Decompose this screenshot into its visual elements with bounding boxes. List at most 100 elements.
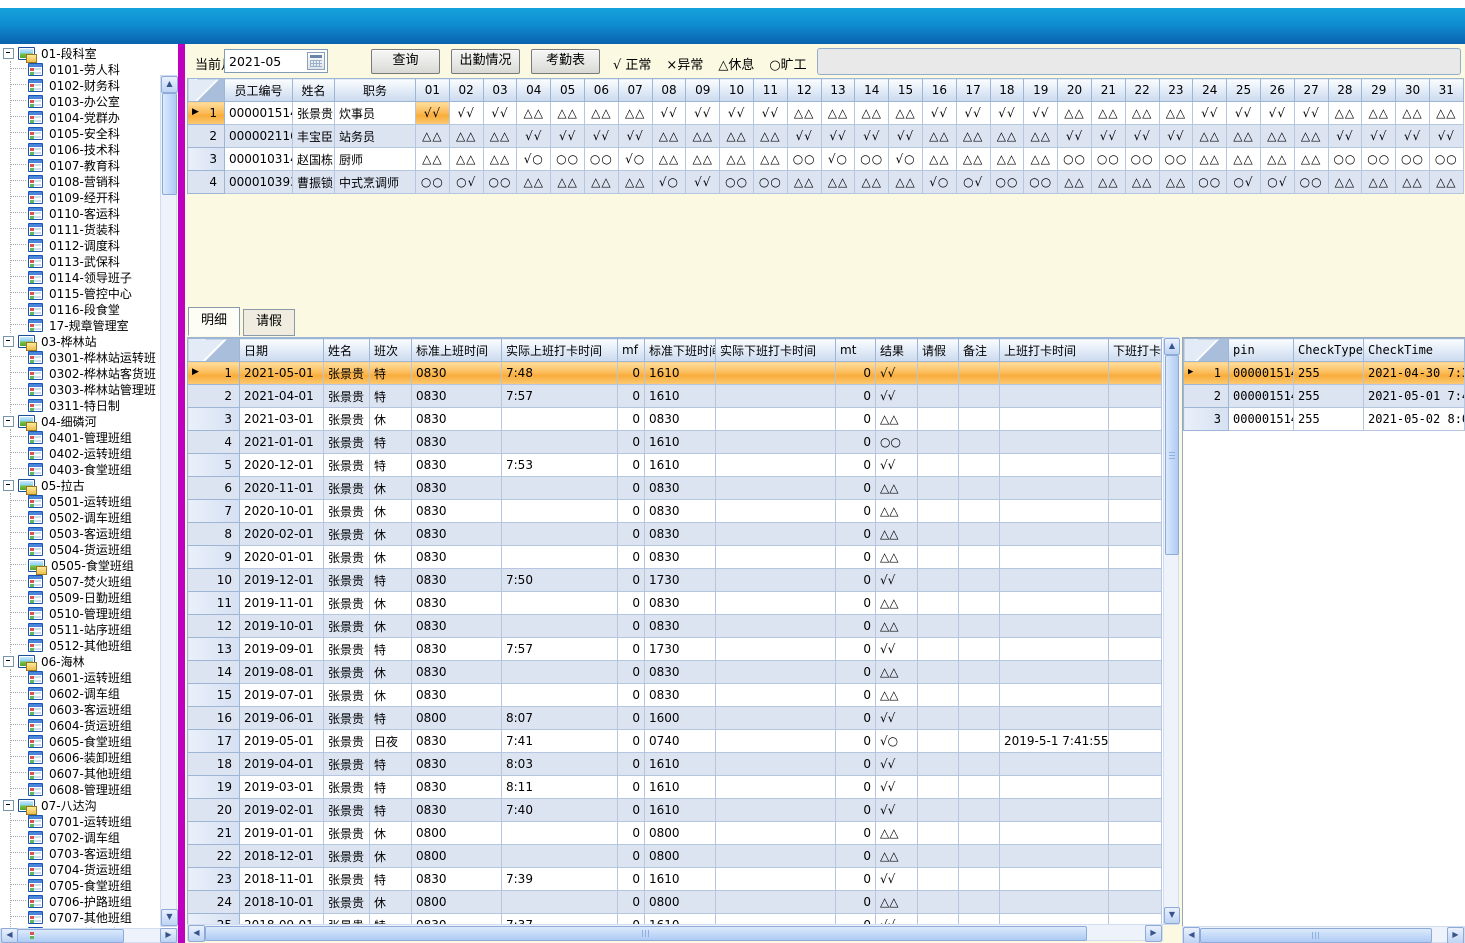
tree-horizontal-scrollbar[interactable]: ◀ ▶ [0,928,178,943]
cell[interactable]: 0830 [412,500,502,523]
column-header[interactable]: 标准下班时间 [645,339,716,362]
day-cell[interactable]: △△ [483,148,517,171]
cell[interactable]: △△ [876,845,918,868]
day-column-header[interactable]: 02 [449,79,483,102]
cell[interactable] [959,799,1000,822]
day-column-header[interactable]: 28 [1328,79,1362,102]
day-cell[interactable]: △△ [1125,171,1159,194]
cell[interactable] [1109,431,1162,454]
day-cell[interactable]: ○√ [1227,171,1261,194]
day-cell[interactable]: △△ [551,102,585,125]
cell[interactable] [959,822,1000,845]
cell[interactable] [1109,592,1162,615]
table-row[interactable]: 212019-01-01张景贵休0800008000△△ [188,822,1162,845]
cell[interactable]: 0 [618,753,645,776]
tree-leaf[interactable]: 0104-党群办 [11,109,158,125]
cell[interactable]: 0 [836,500,876,523]
day-cell[interactable]: △△ [618,171,652,194]
cell[interactable]: 0830 [412,385,502,408]
cell[interactable]: 0 [618,546,645,569]
day-column-header[interactable]: 11 [753,79,787,102]
cell[interactable]: 休 [370,500,412,523]
day-cell[interactable]: ○○ [990,171,1024,194]
tree-node[interactable]: 07-八达沟 [2,797,158,813]
table-row[interactable]: 42021-01-01张景贵特0830016100○○ [188,431,1162,454]
cell[interactable]: 0 [618,707,645,730]
cell[interactable]: 张景贵 [324,454,370,477]
cell[interactable]: 000001514 [1229,385,1294,408]
cell[interactable]: 0 [618,845,645,868]
day-cell[interactable]: △△ [1294,125,1328,148]
tree-leaf[interactable]: 0113-武保科 [11,253,158,269]
cell[interactable]: 休 [370,661,412,684]
table-row[interactable]: 22021-04-01张景贵特08307:57016100√√ [188,385,1162,408]
cell[interactable] [918,454,959,477]
cell[interactable]: 0 [836,454,876,477]
cell[interactable] [918,500,959,523]
cell[interactable]: 0 [836,753,876,776]
tree-leaf[interactable]: 0705-食堂班组 [11,877,158,893]
table-row[interactable]: 112019-11-01张景贵休0830008300△△ [188,592,1162,615]
cell[interactable] [959,362,1000,385]
cell[interactable] [502,845,618,868]
cell[interactable] [959,454,1000,477]
day-cell[interactable]: ○○ [787,148,821,171]
day-column-header[interactable]: 30 [1396,79,1430,102]
month-value[interactable]: 2021-05 [225,54,307,69]
day-column-header[interactable]: 08 [652,79,686,102]
day-cell[interactable]: △△ [787,102,821,125]
cell[interactable]: 2018-10-01 [240,891,324,914]
cell[interactable]: 2021-05-01 [240,362,324,385]
cell[interactable]: 2019-11-01 [240,592,324,615]
cell[interactable]: 0 [618,454,645,477]
cell[interactable] [716,845,836,868]
day-cell[interactable]: √√ [686,102,720,125]
tree-leaf[interactable]: 0303-桦林站管理班 [11,381,158,397]
cell[interactable]: 0 [836,523,876,546]
day-cell[interactable]: △△ [1328,171,1362,194]
day-cell[interactable]: △△ [1328,102,1362,125]
cell[interactable] [1000,454,1109,477]
day-cell[interactable]: √√ [889,125,923,148]
cell[interactable]: 2020-11-01 [240,477,324,500]
day-cell[interactable]: √√ [1058,125,1092,148]
cell[interactable]: 张景贵 [324,546,370,569]
cell[interactable] [716,569,836,592]
column-header[interactable]: 员工编号 [225,79,293,102]
cell[interactable] [959,868,1000,891]
tree-leaf[interactable]: 0604-货运班组 [11,717,158,733]
cell[interactable] [716,615,836,638]
cell[interactable]: 0830 [645,615,716,638]
employee-title-cell[interactable]: 中式烹调师 [335,171,416,194]
employee-title-cell[interactable]: 站务员 [335,125,416,148]
day-cell[interactable]: △△ [517,102,551,125]
cell[interactable] [918,615,959,638]
cell[interactable]: 特 [370,707,412,730]
cell[interactable]: 0 [836,845,876,868]
day-cell[interactable]: △△ [956,148,990,171]
cell[interactable]: 0 [618,500,645,523]
cell[interactable] [1000,546,1109,569]
day-cell[interactable]: ○○ [855,148,889,171]
cell[interactable] [716,523,836,546]
day-cell[interactable]: △△ [1396,171,1430,194]
column-header[interactable]: 下班打卡时间 [1109,339,1162,362]
cell[interactable] [918,868,959,891]
day-column-header[interactable]: 17 [956,79,990,102]
day-cell[interactable]: △△ [1024,125,1058,148]
cell[interactable] [918,385,959,408]
cell[interactable]: 休 [370,845,412,868]
cell[interactable]: 张景贵 [324,822,370,845]
cell[interactable]: 张景贵 [324,385,370,408]
cell[interactable] [918,730,959,753]
day-cell[interactable]: △△ [1091,171,1125,194]
cell[interactable]: 2019-07-01 [240,684,324,707]
cell[interactable] [716,385,836,408]
tree-leaf[interactable]: 0605-食堂班组 [11,733,158,749]
day-cell[interactable]: △△ [922,125,956,148]
tree-leaf[interactable]: 0112-调度科 [11,237,158,253]
day-cell[interactable]: △△ [652,125,686,148]
table-row[interactable]: 1▶000001514张景贵炊事员√√√√√√△△△△△△△△√√√√√√√√△… [188,102,1464,125]
cell[interactable]: 2018-12-01 [240,845,324,868]
row-header[interactable]: 17 [188,730,240,753]
